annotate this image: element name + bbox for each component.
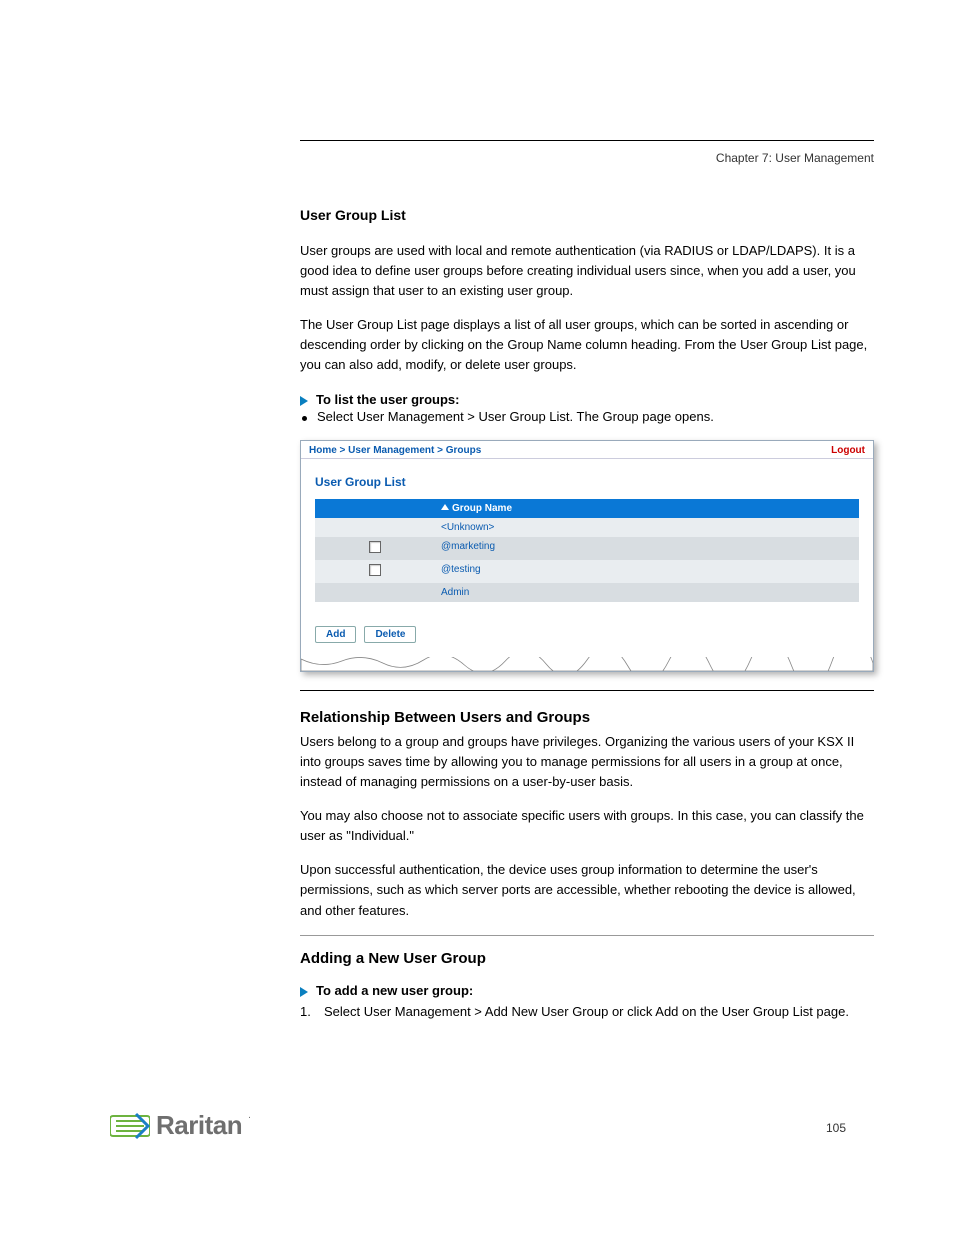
paragraph: The User Group List page displays a list… (300, 315, 874, 375)
group-link[interactable]: <Unknown> (435, 518, 859, 537)
section-heading-relationship: Relationship Between Users and Groups (300, 709, 874, 726)
section-heading-ugl: User Group List (300, 205, 874, 227)
arrow-right-icon (300, 396, 308, 406)
bullet-label: Select User Management > User Group List… (317, 409, 714, 424)
page-number: 105 (826, 1121, 846, 1135)
section-heading-adding: Adding a New User Group (300, 950, 874, 967)
raritan-logo: Raritan. (110, 1110, 251, 1141)
chapter-label: Chapter 7: User Management (300, 151, 874, 165)
bullet-icon (302, 416, 307, 421)
table-row: <Unknown> (315, 518, 859, 537)
screenshot-user-group-list: Home > User Management > Groups Logout U… (300, 440, 874, 672)
paragraph: Users belong to a group and groups have … (300, 732, 874, 792)
add-button[interactable]: Add (315, 626, 356, 643)
numbered-step: 1. Select User Management > Add New User… (300, 1002, 874, 1022)
table-row: Admin (315, 583, 859, 602)
group-table: Group Name <Unknown> @marketing @testing… (315, 499, 859, 602)
group-link[interactable]: @testing (435, 560, 859, 583)
table-row: @testing (315, 560, 859, 583)
paragraph: You may also choose not to associate spe… (300, 806, 874, 846)
bullet-label: To list the user groups: (316, 392, 460, 407)
torn-edge (301, 657, 873, 671)
arrow-bullet: To list the user groups: (300, 392, 874, 407)
panel-title: User Group List (301, 459, 873, 499)
group-link[interactable]: Admin (435, 583, 859, 602)
logo-text: Raritan (156, 1110, 242, 1141)
column-header-group-name[interactable]: Group Name (435, 499, 859, 518)
arrow-right-icon (300, 987, 308, 997)
logout-link[interactable]: Logout (831, 445, 865, 456)
group-link[interactable]: @marketing (435, 537, 859, 560)
logo-dot: . (248, 1110, 251, 1121)
arrow-bullet: To add a new user group: (300, 983, 874, 998)
sort-asc-icon (441, 504, 449, 510)
breadcrumb[interactable]: Home > User Management > Groups (309, 445, 481, 456)
logo-mark-icon (110, 1112, 150, 1140)
bullet-label: To add a new user group: (316, 983, 473, 998)
delete-button[interactable]: Delete (364, 626, 416, 643)
dot-bullet: Select User Management > User Group List… (300, 409, 874, 424)
paragraph: Upon successful authentication, the devi… (300, 860, 874, 920)
paragraph: User groups are used with local and remo… (300, 241, 874, 301)
row-checkbox[interactable] (369, 541, 381, 553)
table-row: @marketing (315, 537, 859, 560)
row-checkbox[interactable] (369, 564, 381, 576)
